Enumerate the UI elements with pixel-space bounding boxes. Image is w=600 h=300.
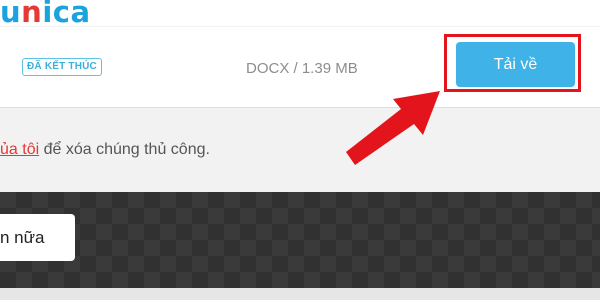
red-arrow-icon: [346, 91, 440, 165]
